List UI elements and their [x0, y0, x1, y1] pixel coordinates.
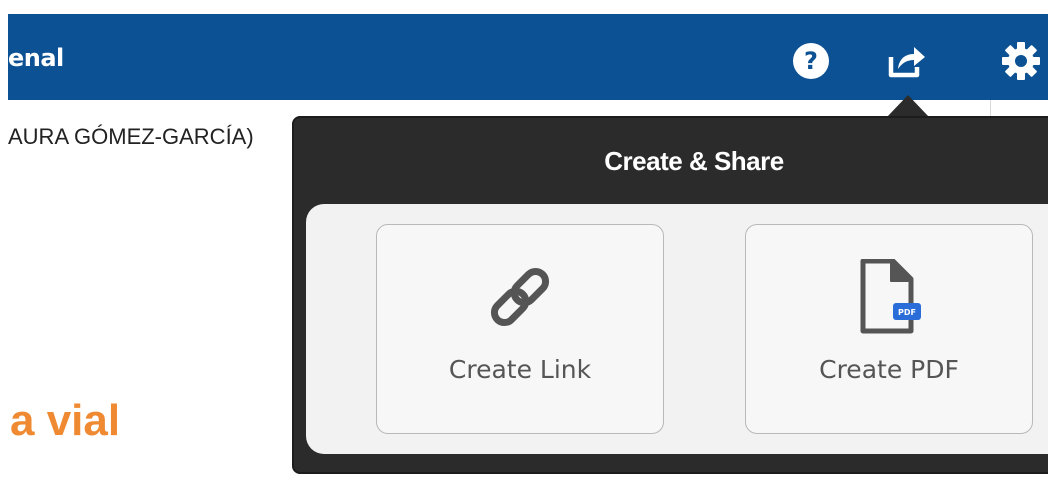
- author-line: AURA GÓMEZ-GARCÍA): [8, 124, 254, 149]
- create-link-button[interactable]: Create Link: [376, 224, 664, 434]
- settings-icon: [1002, 42, 1040, 80]
- share-icon: [888, 47, 925, 78]
- popover-body: Create Link PDF Create PDF: [306, 204, 1048, 454]
- pdf-file-icon: PDF: [860, 259, 921, 334]
- settings-button[interactable]: [998, 38, 1044, 84]
- app-title: enal: [8, 44, 64, 72]
- share-button[interactable]: [884, 38, 930, 84]
- pdf-badge: PDF: [898, 308, 916, 317]
- help-icon: ?: [793, 43, 829, 79]
- create-link-label: Create Link: [448, 355, 592, 384]
- article-headline: a vial: [10, 396, 121, 445]
- top-header-bar: enal ?: [8, 14, 1048, 100]
- popover-arrow: [887, 95, 929, 117]
- popover-title: Create & Share: [604, 146, 784, 176]
- help-button[interactable]: ?: [788, 38, 834, 84]
- create-pdf-button[interactable]: PDF Create PDF: [745, 224, 1033, 434]
- svg-text:?: ?: [804, 47, 818, 75]
- create-share-popover: Create & Share Create Link PDF Create PD…: [292, 116, 1048, 474]
- create-pdf-label: Create PDF: [819, 355, 959, 384]
- link-icon: [490, 267, 550, 327]
